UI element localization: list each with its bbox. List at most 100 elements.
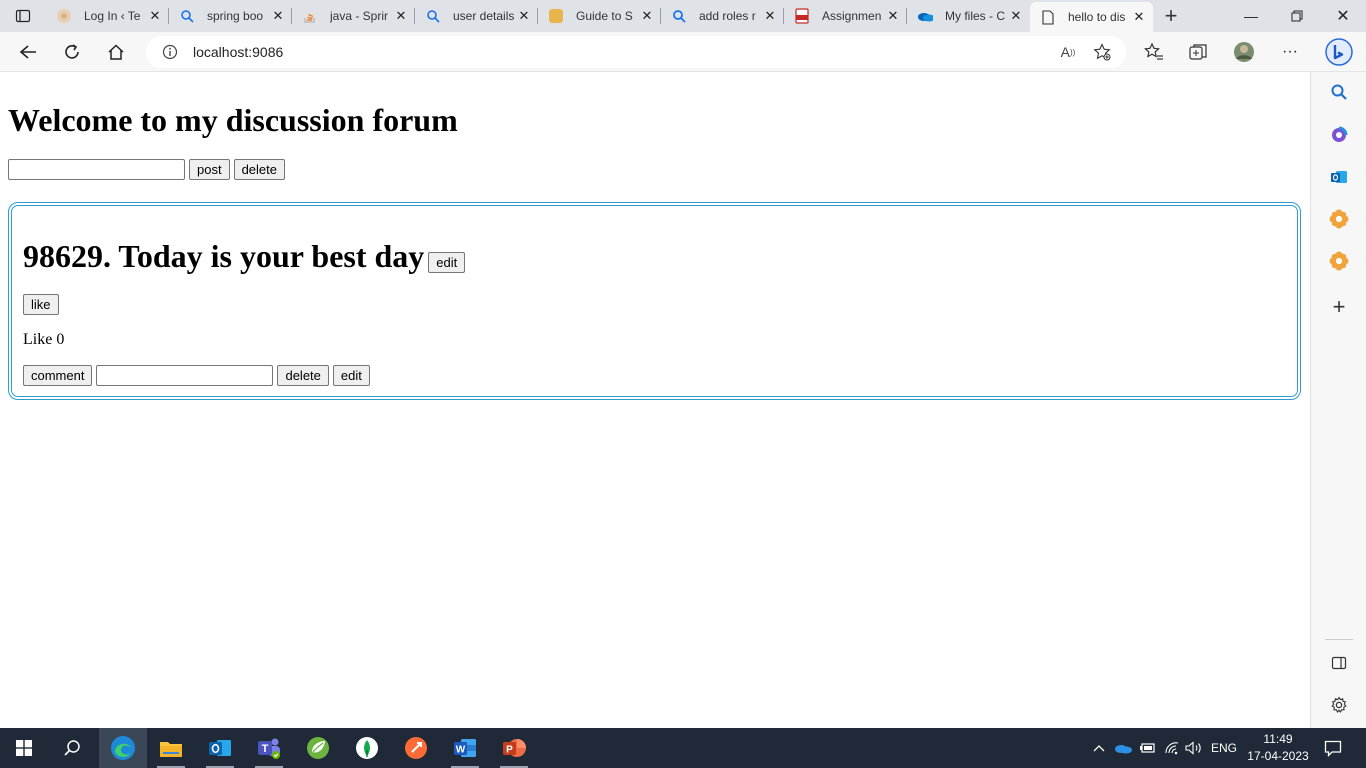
- edge-taskbar-icon[interactable]: [99, 728, 147, 768]
- url-text[interactable]: localhost:9086: [193, 44, 283, 60]
- settings-gear-icon[interactable]: [1327, 693, 1351, 717]
- windows-logo-icon: [16, 740, 32, 756]
- browser-tab-active[interactable]: hello to dis ✕: [1030, 2, 1153, 32]
- tab-actions-icon: [15, 9, 31, 23]
- browser-tab[interactable]: Guide to S ✕: [538, 0, 661, 32]
- hide-sidebar-icon[interactable]: [1327, 651, 1351, 675]
- post-button[interactable]: post: [189, 159, 230, 180]
- browser-tab[interactable]: java - Sprir ✕: [292, 0, 415, 32]
- battery-icon[interactable]: [1137, 728, 1157, 768]
- extension-flower-icon[interactable]: [1327, 207, 1351, 231]
- favorites-icon[interactable]: [1142, 40, 1166, 64]
- collections-icon[interactable]: [1186, 40, 1210, 64]
- more-options-icon[interactable]: ···: [1278, 40, 1302, 64]
- tab-label: hello to dis: [1068, 10, 1126, 24]
- close-icon[interactable]: ✕: [270, 8, 286, 24]
- tab-actions-button[interactable]: [0, 0, 46, 32]
- postman-icon[interactable]: [392, 728, 440, 768]
- onedrive-tray-icon[interactable]: [1113, 728, 1133, 768]
- search-icon: [671, 8, 687, 24]
- windows-taskbar: T W P ENG 11:49 17-04-2023: [0, 728, 1366, 768]
- restore-button[interactable]: [1274, 0, 1320, 32]
- minimize-button[interactable]: —: [1228, 0, 1274, 32]
- like-button[interactable]: like: [23, 294, 59, 315]
- wifi-icon[interactable]: [1161, 728, 1183, 768]
- language-indicator[interactable]: ENG: [1208, 728, 1240, 768]
- svg-text:P: P: [506, 745, 513, 756]
- add-favorite-icon[interactable]: [1092, 42, 1112, 62]
- delete-comment-button[interactable]: delete: [277, 365, 329, 386]
- close-icon[interactable]: ✕: [1008, 8, 1024, 24]
- teams-icon[interactable]: T: [245, 728, 293, 768]
- close-icon[interactable]: ✕: [762, 8, 778, 24]
- tab-label: java - Sprir: [330, 9, 389, 23]
- browser-tab[interactable]: spring boo ✕: [169, 0, 292, 32]
- like-count: Like 0: [23, 331, 65, 348]
- comment-input[interactable]: [96, 365, 274, 386]
- file-explorer-icon[interactable]: [147, 728, 195, 768]
- edge-sidebar: +: [1310, 72, 1366, 728]
- address-bar[interactable]: localhost:9086 A)): [146, 36, 1126, 68]
- close-icon[interactable]: ✕: [147, 8, 163, 24]
- close-icon[interactable]: ✕: [885, 8, 901, 24]
- start-button[interactable]: [0, 728, 48, 768]
- plus-icon: +: [1164, 3, 1178, 28]
- search-icon: [179, 8, 195, 24]
- post-heading-row: 98629. Today is your best day edit: [23, 238, 466, 274]
- edit-comment-button[interactable]: edit: [332, 365, 370, 386]
- notifications-icon[interactable]: [1318, 728, 1348, 768]
- mongodb-compass-icon[interactable]: [343, 728, 391, 768]
- home-button[interactable]: [100, 37, 132, 67]
- outlook-icon[interactable]: [1327, 165, 1351, 189]
- minimize-icon: —: [1244, 8, 1258, 24]
- volume-icon[interactable]: [1184, 728, 1204, 768]
- sidebar-divider: [1325, 639, 1353, 640]
- edit-post-button[interactable]: edit: [428, 252, 466, 273]
- tab-label: add roles r: [699, 9, 756, 23]
- clock-time: 11:49: [1263, 732, 1293, 746]
- browser-tab[interactable]: My files - C ✕: [907, 0, 1030, 32]
- onedrive-icon: [917, 8, 933, 24]
- tab-label: spring boo: [207, 9, 264, 23]
- profile-avatar[interactable]: [1232, 40, 1256, 64]
- bing-chat-icon[interactable]: [1324, 37, 1354, 67]
- close-icon[interactable]: ✕: [516, 8, 532, 24]
- delete-button[interactable]: delete: [233, 159, 285, 180]
- tab-label: user details: [453, 9, 515, 23]
- comment-form: comment delete edit: [23, 365, 370, 386]
- read-aloud-icon[interactable]: A)): [1058, 42, 1078, 62]
- spring-tool-icon[interactable]: [294, 728, 342, 768]
- close-window-button[interactable]: ✕: [1320, 0, 1366, 32]
- back-arrow-icon: [19, 45, 36, 59]
- comment-button[interactable]: comment: [23, 365, 93, 386]
- search-icon[interactable]: [48, 728, 96, 768]
- outlook-taskbar-icon[interactable]: [196, 728, 244, 768]
- clock[interactable]: 11:49 17-04-2023: [1243, 731, 1313, 765]
- close-icon[interactable]: ✕: [393, 8, 409, 24]
- add-sidebar-app-icon[interactable]: +: [1327, 294, 1351, 319]
- copilot-icon[interactable]: [1327, 123, 1351, 147]
- close-icon[interactable]: ✕: [639, 8, 655, 24]
- browser-tab[interactable]: user details ✕: [415, 0, 538, 32]
- info-icon[interactable]: [162, 44, 178, 65]
- web-page: Welcome to my discussion forum post dele…: [0, 72, 1310, 728]
- chevron-up-icon[interactable]: [1090, 728, 1108, 768]
- svg-text:W: W: [456, 745, 466, 756]
- browser-tab[interactable]: add roles r ✕: [661, 0, 784, 32]
- extension-flower-icon[interactable]: [1327, 249, 1351, 273]
- browser-tab[interactable]: Log In ‹ Te ✕: [46, 0, 169, 32]
- tab-label: Log In ‹ Te: [84, 9, 141, 23]
- back-button[interactable]: [12, 37, 44, 67]
- restore-icon: [1291, 10, 1303, 22]
- refresh-button[interactable]: [56, 37, 88, 67]
- word-icon[interactable]: W: [441, 728, 489, 768]
- read-aloud-label: A: [1060, 44, 1070, 60]
- close-icon[interactable]: ✕: [1131, 9, 1147, 25]
- search-icon[interactable]: [1327, 80, 1351, 104]
- powerpoint-icon[interactable]: P: [490, 728, 538, 768]
- tab-label: My files - C: [945, 9, 1005, 23]
- browser-tab[interactable]: Assignmen ✕: [784, 0, 907, 32]
- new-tab-button[interactable]: +: [1153, 0, 1189, 32]
- post-input[interactable]: [8, 159, 185, 180]
- search-icon: [425, 8, 441, 24]
